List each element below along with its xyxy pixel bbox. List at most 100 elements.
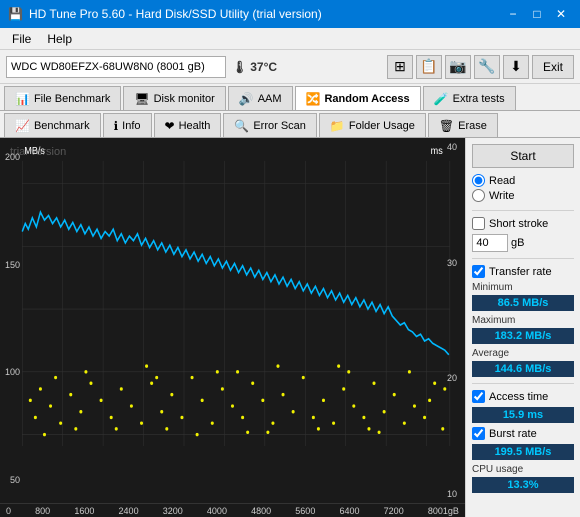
toolbar: WDC WD80EFZX-68UW8N0 (8001 gB) 🌡 37°C ⊞ …: [0, 50, 580, 84]
tab-error-scan[interactable]: 🔍 Error Scan: [223, 113, 317, 137]
chart: trial version 200 150 100 50 40 30 20 10: [0, 138, 465, 503]
svg-text:MB/s: MB/s: [24, 146, 45, 158]
y-axis-left: 200 150 100 50: [0, 138, 22, 503]
tab-file-benchmark[interactable]: 📊 File Benchmark: [4, 86, 121, 110]
toolbar-icon-4[interactable]: 🔧: [474, 55, 500, 79]
average-label: Average: [472, 348, 574, 359]
menu-bar: File Help: [0, 28, 580, 50]
y-right-10: 10: [447, 489, 463, 499]
transfer-rate-checkbox[interactable]: [472, 265, 485, 278]
average-section: Average 144.6 MB/s: [472, 348, 574, 377]
info-icon: ℹ: [114, 119, 119, 133]
write-label: Write: [489, 190, 514, 202]
read-label: Read: [489, 175, 515, 187]
short-stroke-option[interactable]: Short stroke: [472, 217, 574, 230]
short-stroke-input[interactable]: [472, 234, 508, 252]
burst-rate-option[interactable]: Burst rate: [472, 427, 574, 440]
title-bar: 💾 HD Tune Pro 5.60 - Hard Disk/SSD Utili…: [0, 0, 580, 28]
maximize-button[interactable]: □: [526, 5, 548, 23]
burst-rate-value: 199.5 MB/s: [472, 444, 574, 460]
menu-help[interactable]: Help: [39, 31, 80, 47]
erase-icon: 🗑: [439, 119, 454, 133]
access-time-checkbox[interactable]: [472, 390, 485, 403]
tab-disk-monitor-label: Disk monitor: [154, 93, 215, 105]
exit-button[interactable]: Exit: [532, 55, 574, 79]
y-left-150: 150: [2, 260, 20, 270]
health-icon: ❤: [165, 119, 175, 133]
tab-file-benchmark-label: File Benchmark: [34, 93, 110, 105]
random-access-icon: 🔀: [306, 92, 321, 106]
minimum-label: Minimum: [472, 282, 574, 293]
tab-folder-usage[interactable]: 📁 Folder Usage: [319, 113, 426, 137]
short-stroke-unit: gB: [511, 237, 524, 249]
maximum-section: Maximum 183.2 MB/s: [472, 315, 574, 344]
y-left-200: 200: [2, 152, 20, 162]
tab-benchmark-label: Benchmark: [34, 120, 90, 132]
start-button[interactable]: Start: [472, 144, 574, 168]
tabs-row2: 📈 Benchmark ℹ Info ❤ Health 🔍 Error Scan…: [0, 111, 580, 138]
minimum-section: Minimum 86.5 MB/s: [472, 282, 574, 311]
x-label-4800: 4800: [251, 506, 271, 516]
transfer-rate-label: Transfer rate: [489, 266, 552, 278]
tabs-row1: 📊 File Benchmark 🖥 Disk monitor 🔊 AAM 🔀 …: [0, 84, 580, 111]
tab-info[interactable]: ℹ Info: [103, 113, 152, 137]
x-label-8001: 8001gB: [428, 506, 459, 516]
tab-disk-monitor[interactable]: 🖥 Disk monitor: [123, 86, 225, 110]
minimum-value: 86.5 MB/s: [472, 295, 574, 311]
tab-extra-tests-label: Extra tests: [453, 93, 505, 105]
write-radio[interactable]: [472, 189, 485, 202]
access-time-value: 15.9 ms: [472, 407, 574, 423]
x-label-5600: 5600: [295, 506, 315, 516]
minimize-button[interactable]: −: [502, 5, 524, 23]
short-stroke-row: gB: [472, 234, 574, 252]
y-right-40: 40: [447, 142, 463, 152]
tab-erase[interactable]: 🗑 Erase: [428, 113, 498, 137]
x-label-3200: 3200: [163, 506, 183, 516]
close-button[interactable]: ✕: [550, 5, 572, 23]
transfer-rate-option[interactable]: Transfer rate: [472, 265, 574, 278]
toolbar-icon-2[interactable]: 📋: [416, 55, 442, 79]
tab-extra-tests[interactable]: 🧪 Extra tests: [423, 86, 516, 110]
access-time-label: Access time: [489, 391, 548, 403]
disk-monitor-icon: 🖥: [134, 92, 149, 106]
short-stroke-label: Short stroke: [489, 218, 548, 230]
tab-random-access[interactable]: 🔀 Random Access: [295, 86, 421, 110]
read-radio[interactable]: [472, 174, 485, 187]
drive-dropdown[interactable]: WDC WD80EFZX-68UW8N0 (8001 gB): [6, 56, 226, 78]
benchmark-icon: 📈: [15, 119, 30, 133]
toolbar-icon-1[interactable]: ⊞: [387, 55, 413, 79]
tab-benchmark[interactable]: 📈 Benchmark: [4, 113, 101, 137]
read-option[interactable]: Read: [472, 174, 574, 187]
tab-health[interactable]: ❤ Health: [154, 113, 222, 137]
sidebar: Start Read Write Short stroke gB Transfe…: [465, 138, 580, 517]
temperature-display: 🌡 37°C: [232, 60, 277, 74]
cpu-section: CPU usage 13.3%: [472, 464, 574, 493]
x-label-0: 0: [6, 506, 11, 516]
svg-text:ms: ms: [431, 146, 443, 158]
toolbar-icon-3[interactable]: 📷: [445, 55, 471, 79]
temperature-value: 37°C: [250, 60, 277, 74]
write-option[interactable]: Write: [472, 189, 574, 202]
toolbar-icons: ⊞ 📋 📷 🔧 ⬇ Exit: [387, 55, 574, 79]
x-label-6400: 6400: [339, 506, 359, 516]
average-value: 144.6 MB/s: [472, 361, 574, 377]
tab-erase-label: Erase: [458, 120, 487, 132]
tab-random-access-label: Random Access: [324, 93, 409, 105]
divider-3: [472, 383, 574, 384]
tab-error-scan-label: Error Scan: [253, 120, 306, 132]
burst-rate-checkbox[interactable]: [472, 427, 485, 440]
y-right-20: 20: [447, 373, 463, 383]
aam-icon: 🔊: [239, 92, 254, 106]
cpu-value: 13.3%: [472, 477, 574, 493]
main-area: trial version 200 150 100 50 40 30 20 10: [0, 138, 580, 517]
y-right-30: 30: [447, 258, 463, 268]
toolbar-icon-5[interactable]: ⬇: [503, 55, 529, 79]
tab-aam[interactable]: 🔊 AAM: [228, 86, 293, 110]
error-scan-icon: 🔍: [234, 119, 249, 133]
tab-info-label: Info: [122, 120, 140, 132]
chart-svg: MB/s ms: [0, 138, 465, 503]
access-time-option[interactable]: Access time: [472, 390, 574, 403]
x-label-800: 800: [35, 506, 50, 516]
short-stroke-checkbox[interactable]: [472, 217, 485, 230]
menu-file[interactable]: File: [4, 31, 39, 47]
